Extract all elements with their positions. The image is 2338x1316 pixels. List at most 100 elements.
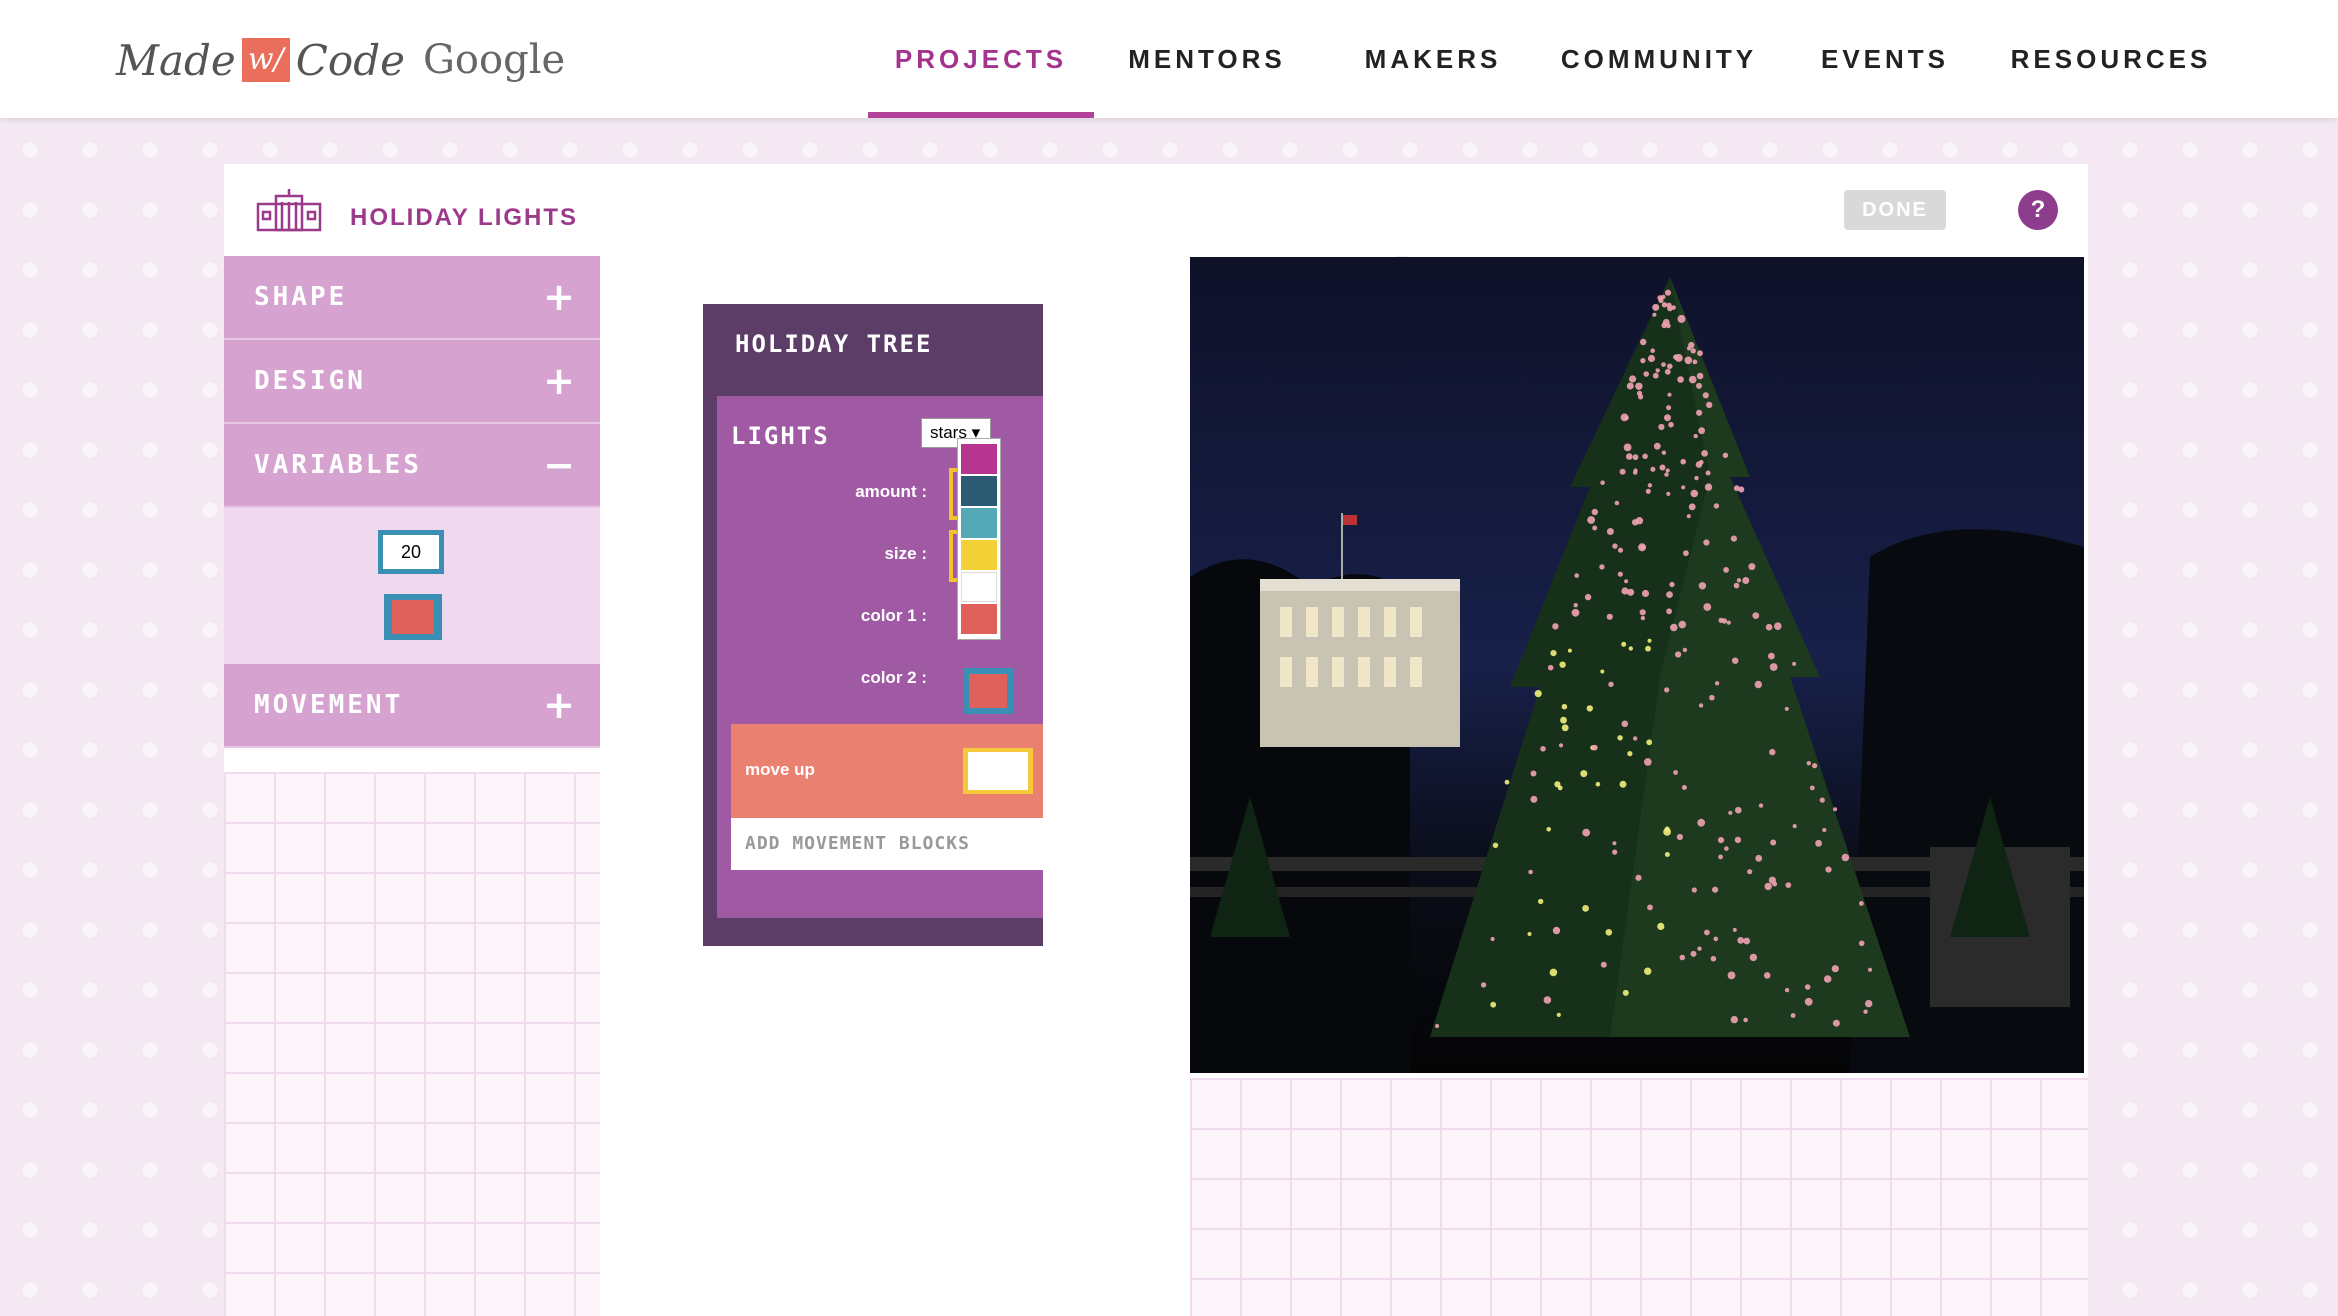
nav-mentors[interactable]: MENTORS xyxy=(1094,0,1320,118)
tree-light-dot xyxy=(1661,302,1668,308)
made-with-code-logo[interactable]: Made w/ Code Google xyxy=(116,30,565,90)
tree-preview-canvas xyxy=(1190,257,2084,1073)
tree-light-dot xyxy=(1480,982,1487,988)
tree-light-dot xyxy=(1713,936,1719,942)
tree-light-dot xyxy=(1628,646,1633,651)
variables-palette: 20 xyxy=(224,508,600,664)
logo-code-text: Code xyxy=(295,35,405,85)
tree-light-dot xyxy=(1595,781,1601,787)
tree-light-dot xyxy=(1809,785,1815,791)
tree-light-dot xyxy=(1841,853,1850,862)
tree-light-dot xyxy=(1859,901,1864,906)
tree-light-dot xyxy=(1638,543,1647,552)
tree-light-dot xyxy=(1632,470,1638,475)
color2-value-block[interactable] xyxy=(963,668,1013,714)
tree-light-dot xyxy=(1806,761,1811,766)
category-label: MOVEMENT xyxy=(254,690,404,720)
swatch-dark-teal[interactable] xyxy=(961,476,997,506)
tree-light-dot xyxy=(1647,904,1653,911)
tree-light-dot xyxy=(1666,323,1671,329)
tree-light-dot xyxy=(1574,573,1579,578)
move-value-socket[interactable] xyxy=(963,748,1033,794)
tree-light-dot xyxy=(1769,663,1778,671)
tree-light-dot xyxy=(1644,967,1652,975)
category-variables[interactable]: VARIABLES − xyxy=(224,424,600,508)
tree-light-dot xyxy=(1528,869,1533,875)
tree-light-dot xyxy=(1728,810,1733,815)
tree-light-dot xyxy=(1675,651,1682,658)
tree-light-dot xyxy=(1617,735,1623,741)
tree-light-dot xyxy=(1556,1012,1561,1018)
tree-light-dot xyxy=(1730,535,1737,542)
move-up-block[interactable]: move up xyxy=(731,724,1043,818)
holiday-tree-block[interactable]: HOLIDAY TREE LIGHTS stars ▾ amount : siz… xyxy=(703,304,1043,946)
expand-plus-icon[interactable]: + xyxy=(543,359,578,403)
tree-light-dot xyxy=(1743,1017,1748,1023)
collapse-minus-icon[interactable]: − xyxy=(543,443,578,487)
expand-plus-icon[interactable]: + xyxy=(543,683,578,727)
tree-light-dot xyxy=(1692,359,1698,365)
color-picker-dropdown[interactable] xyxy=(957,438,1001,640)
tree-light-dot xyxy=(1732,657,1739,664)
color-variable-block[interactable] xyxy=(384,594,442,640)
tree-light-dot xyxy=(1492,842,1499,848)
lights-block[interactable]: LIGHTS stars ▾ amount : size : color 1 :… xyxy=(717,396,1043,918)
tree-light-dot xyxy=(1549,968,1558,977)
add-movement-blocks-slot[interactable]: ADD MOVEMENT BLOCKS xyxy=(731,818,1043,870)
tree-light-dot xyxy=(1650,348,1655,353)
project-title: HOLIDAY LIGHTS xyxy=(350,204,579,231)
tree-light-dot xyxy=(1641,589,1650,598)
swatch-yellow[interactable] xyxy=(961,540,997,570)
category-movement[interactable]: MOVEMENT + xyxy=(224,664,600,748)
tree-light-dot xyxy=(1582,905,1589,912)
tree-light-dot xyxy=(1717,837,1725,844)
tree-light-dot xyxy=(1706,401,1713,409)
expand-plus-icon[interactable]: + xyxy=(543,275,578,319)
tree-light-dot xyxy=(1561,724,1569,732)
tree-light-dot xyxy=(1764,882,1772,891)
tree-light-dot xyxy=(1665,468,1670,473)
tree-light-dot xyxy=(1696,372,1704,380)
tree-light-dot xyxy=(1713,503,1720,509)
nav-resources[interactable]: RESOURCES xyxy=(1998,0,2224,118)
tree-light-dot xyxy=(1686,346,1692,351)
nav-community[interactable]: COMMUNITY xyxy=(1546,0,1772,118)
nav-events[interactable]: EVENTS xyxy=(1772,0,1998,118)
tree-light-dot xyxy=(1831,965,1839,973)
tree-light-dot xyxy=(1667,363,1673,370)
swatch-white[interactable] xyxy=(961,572,997,602)
tree-light-dot xyxy=(1608,681,1614,687)
tree-light-dot xyxy=(1640,338,1647,346)
swatch-coral[interactable] xyxy=(961,604,997,634)
category-shape[interactable]: SHAPE + xyxy=(224,256,600,340)
tree-light-dot xyxy=(1534,690,1542,698)
tree-light-dot xyxy=(1663,828,1671,836)
color-swatch xyxy=(969,674,1007,708)
nav-makers[interactable]: MAKERS xyxy=(1320,0,1546,118)
nav-projects[interactable]: PROJECTS xyxy=(868,0,1094,118)
swatch-teal[interactable] xyxy=(961,508,997,538)
tree-light-dot xyxy=(1691,887,1697,893)
tree-light-dot xyxy=(1647,483,1653,488)
tree-light-dot xyxy=(1825,866,1832,873)
tree-light-dot xyxy=(1538,898,1544,905)
swatch-magenta[interactable] xyxy=(961,444,997,474)
category-design[interactable]: DESIGN + xyxy=(224,340,600,424)
tree-light-dot xyxy=(1617,571,1623,577)
tree-light-dot xyxy=(1639,609,1646,616)
main-nav: PROJECTS MENTORS MAKERS COMMUNITY EVENTS… xyxy=(868,0,2224,118)
tree-light-dot xyxy=(1600,961,1607,968)
tree-light-dot xyxy=(1690,489,1699,498)
done-button[interactable]: DONE xyxy=(1844,190,1946,230)
number-variable-block[interactable]: 20 xyxy=(378,530,444,574)
help-button[interactable]: ? xyxy=(2018,190,2058,230)
tree-light-dot xyxy=(1710,955,1717,962)
tree-light-dot xyxy=(1560,716,1567,724)
size-label: size : xyxy=(884,544,927,563)
tree-light-dot xyxy=(1770,839,1777,846)
tree-light-dot xyxy=(1664,472,1669,477)
tree-light-dot xyxy=(1667,392,1672,397)
logo-google-text: Google xyxy=(422,37,566,83)
tree-light-dot xyxy=(1622,989,1629,996)
tree-light-dot xyxy=(1624,579,1629,584)
